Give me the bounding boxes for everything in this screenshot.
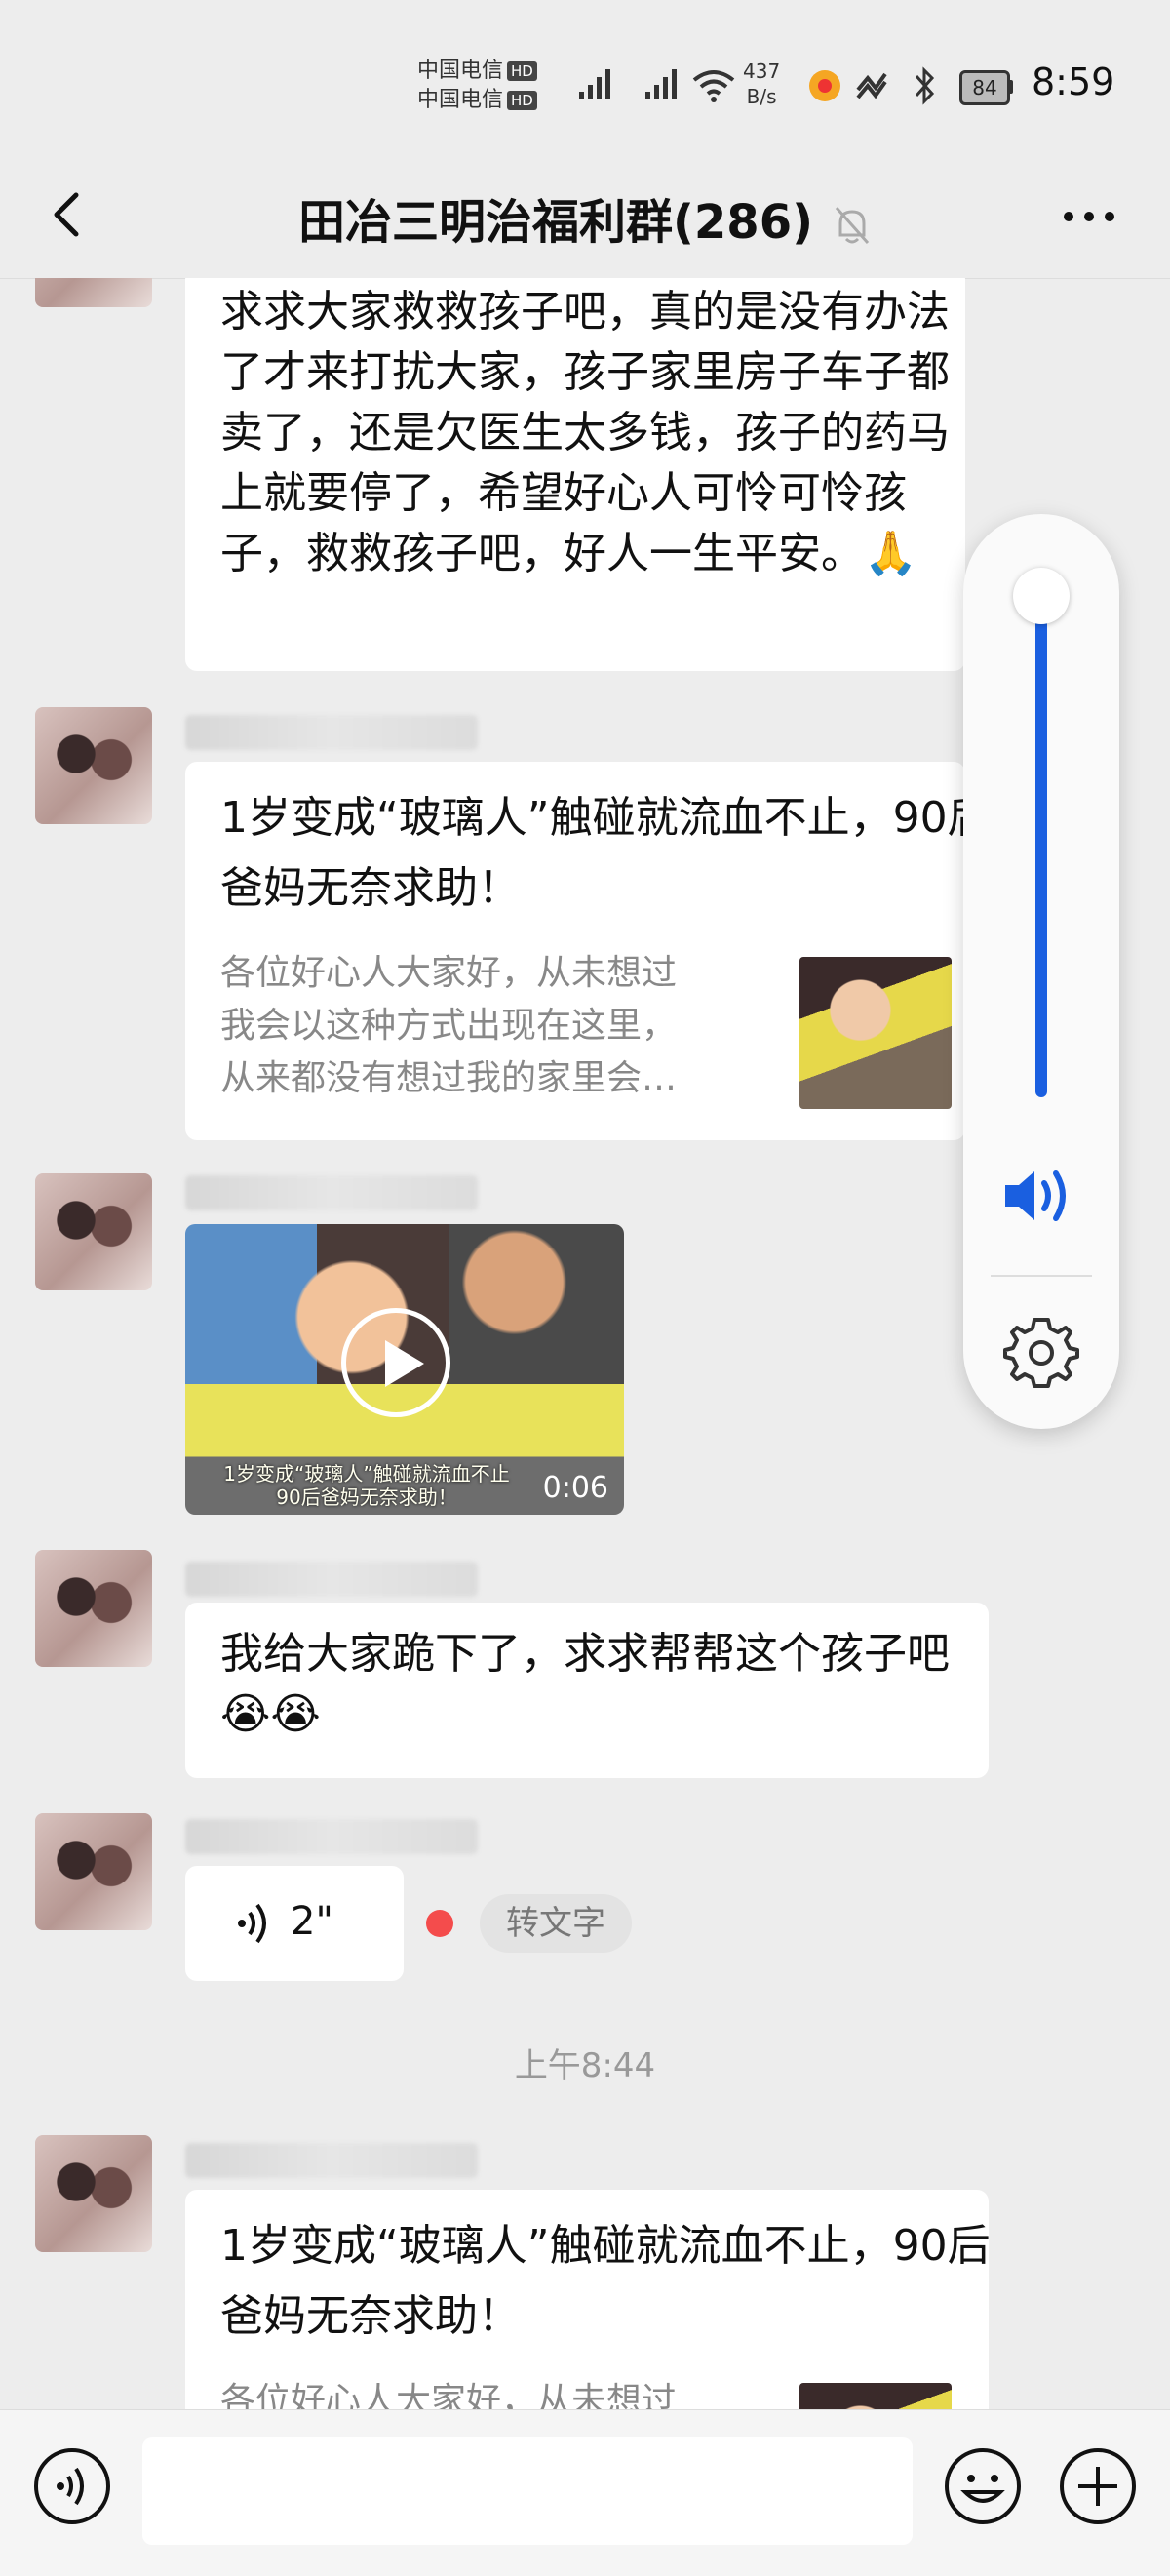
unread-dot bbox=[426, 1910, 453, 1937]
volume-slider[interactable] bbox=[1035, 596, 1047, 1097]
bluetooth-icon bbox=[915, 66, 935, 105]
app-notification-icon-2 bbox=[856, 72, 887, 99]
speed-value: 437 bbox=[743, 59, 781, 83]
voice-message[interactable]: 2" bbox=[185, 1866, 404, 1981]
link-card-title: 1岁变成“玻璃人”触碰就流血不止，90后爸妈无奈求助！ bbox=[220, 793, 991, 913]
battery-indicator: 84 bbox=[959, 70, 1010, 105]
volume-divider bbox=[991, 1275, 1092, 1277]
video-message[interactable]: 1岁变成“玻璃人”触碰就流血不止 90后爸妈无奈求助！ 0:06 bbox=[185, 1224, 624, 1515]
avatar[interactable] bbox=[35, 1173, 152, 1290]
volume-slider-knob[interactable] bbox=[1013, 568, 1070, 624]
volume-panel bbox=[963, 514, 1119, 1429]
link-card[interactable]: 1岁变成“玻璃人”触碰就流血不止，90后爸妈无奈求助！ 各位好心人大家好，从未想… bbox=[185, 2190, 991, 2409]
sender-name-blurred bbox=[185, 715, 478, 750]
more-icon[interactable] bbox=[1055, 187, 1123, 246]
link-card-desc-line: 各位好心人大家好，从未想过 bbox=[220, 953, 678, 993]
avatar[interactable] bbox=[35, 1813, 152, 1930]
link-card-thumbnail bbox=[800, 2383, 952, 2409]
sender-name-blurred bbox=[185, 1562, 478, 1597]
signal-icon-2 bbox=[645, 69, 677, 99]
voice-length: 2" bbox=[291, 1899, 333, 1944]
hd-badge-2: HD bbox=[507, 91, 537, 110]
video-duration: 0:06 bbox=[542, 1471, 608, 1505]
link-card-desc-line: 各位好心人大家好，从未想过 bbox=[220, 2381, 678, 2409]
gear-icon[interactable] bbox=[1003, 1314, 1079, 1390]
link-card-thumbnail bbox=[800, 957, 952, 1109]
link-card-description: 各位好心人大家好，从未想过 bbox=[220, 2375, 766, 2409]
link-card-description: 各位好心人大家好，从未想过 我会以这种方式出现在这里， 从来都没有想过我的家里会… bbox=[220, 947, 766, 1105]
sender-name-blurred bbox=[185, 1819, 478, 1854]
link-card-title: 1岁变成“玻璃人”触碰就流血不止，90后爸妈无奈求助！ bbox=[220, 2221, 991, 2341]
signal-icon bbox=[579, 69, 610, 99]
message-bubble-text[interactable]: 我给大家跪下了，求求帮帮这个孩子吧😭😭 bbox=[185, 1603, 989, 1778]
video-caption: 1岁变成“玻璃人”触碰就流血不止 90后爸妈无奈求助！ bbox=[223, 1462, 510, 1509]
emoji-icon[interactable] bbox=[942, 2445, 1024, 2527]
avatar[interactable] bbox=[35, 2135, 152, 2252]
avatar[interactable] bbox=[35, 707, 152, 824]
voice-wave-icon bbox=[238, 1903, 266, 1944]
carrier-2: 中国电信 bbox=[417, 88, 504, 112]
link-card-desc-line: 我会以这种方式出现在这里， bbox=[220, 1006, 678, 1046]
link-card-desc-line: 从来都没有想过我的家里会… bbox=[220, 1058, 678, 1098]
chat-title: 田冶三明治福利群(286) bbox=[297, 195, 814, 250]
clock: 8:59 bbox=[1032, 60, 1115, 103]
sender-name-blurred bbox=[185, 2143, 478, 2178]
timestamp: 上午8:44 bbox=[514, 2046, 656, 2085]
message-bubble-text[interactable]: 求求大家救救孩子吧，真的是没有办法了才来打扰大家，孩子家里房子车子都卖了，还是欠… bbox=[185, 278, 965, 671]
plus-icon[interactable] bbox=[1057, 2445, 1139, 2527]
carrier-1: 中国电信 bbox=[417, 59, 504, 83]
chat-header: 田冶三明治福利群(286) bbox=[0, 156, 1170, 279]
carrier-info: 中国电信 HD 中国电信 HD bbox=[417, 57, 537, 115]
wifi-icon bbox=[692, 70, 735, 102]
avatar[interactable] bbox=[35, 278, 152, 307]
convert-to-text-button[interactable]: 转文字 bbox=[480, 1894, 632, 1953]
message-text: 求求大家救救孩子吧，真的是没有办法了才来打扰大家，孩子家里房子车子都卖了，还是欠… bbox=[220, 287, 950, 578]
voice-icon[interactable] bbox=[31, 2445, 113, 2527]
link-card[interactable]: 1岁变成“玻璃人”触碰就流血不止，90后爸妈无奈求助！ 各位好心人大家好，从未想… bbox=[185, 762, 991, 1140]
speed-unit: B/s bbox=[746, 85, 777, 108]
message-text: 我给大家跪下了，求求帮帮这个孩子吧😭😭 bbox=[220, 1629, 950, 1739]
app-notification-icon bbox=[809, 70, 840, 101]
hd-badge-1: HD bbox=[507, 61, 537, 81]
sender-name-blurred bbox=[185, 1175, 478, 1210]
network-speed: 437 B/s bbox=[743, 59, 780, 109]
play-icon[interactable] bbox=[341, 1308, 450, 1417]
input-bar bbox=[0, 2409, 1170, 2576]
status-bar: 中国电信 HD 中国电信 HD 437 B/s 84 8:59 bbox=[0, 0, 1170, 156]
chat-title-wrap: 田冶三明治福利群(286) bbox=[0, 183, 1170, 252]
mute-bell-icon bbox=[835, 207, 870, 244]
speaker-icon[interactable] bbox=[999, 1162, 1083, 1230]
avatar[interactable] bbox=[35, 1550, 152, 1667]
battery-cap bbox=[1008, 80, 1013, 94]
message-input[interactable] bbox=[142, 2437, 913, 2545]
